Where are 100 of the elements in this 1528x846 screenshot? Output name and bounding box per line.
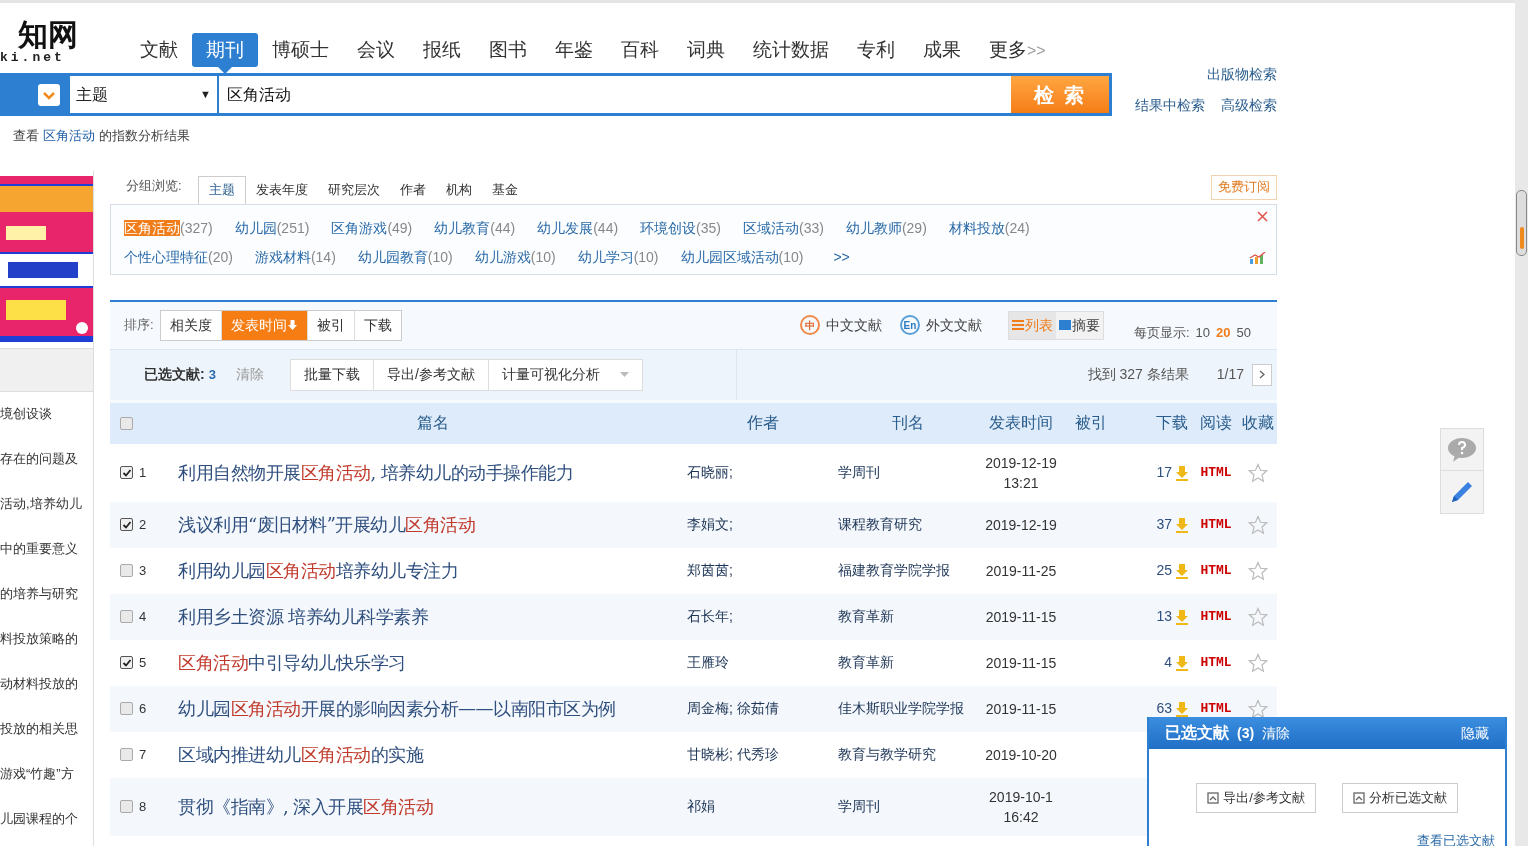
scrollbar[interactable] (1515, 0, 1528, 846)
star-icon[interactable] (1247, 514, 1268, 535)
sidebar-item[interactable]: 动材料投放的 (0, 673, 93, 693)
select-all-checkbox[interactable] (120, 416, 133, 430)
checkbox[interactable] (120, 800, 133, 813)
author-link[interactable]: 石晓丽; (687, 462, 838, 483)
keyword-link[interactable]: 区角活动 (43, 126, 95, 146)
download-icon[interactable] (1174, 608, 1190, 625)
sidebar-item[interactable]: 的培养与研究 (0, 583, 93, 603)
nav-tab[interactable]: 词典 (673, 33, 739, 67)
checkbox[interactable] (120, 610, 133, 623)
checkbox[interactable] (120, 518, 133, 531)
topic-tag[interactable]: 幼儿教育(44) (434, 217, 516, 239)
sidebar-item[interactable]: 料投放策略的 (0, 628, 93, 648)
topic-tag[interactable]: 幼儿学习(10) (577, 246, 659, 268)
article-title-link[interactable]: 区角活动中引导幼儿快乐学习 (178, 649, 687, 676)
topic-tag[interactable]: 幼儿园(251) (234, 217, 310, 239)
nav-tab[interactable]: 博硕士 (258, 33, 343, 67)
topic-tag[interactable]: 区域活动(33) (743, 217, 824, 239)
author-link[interactable]: 甘晓彬; 代秀珍 (687, 744, 838, 765)
nav-tab[interactable]: 更多>> (975, 33, 1060, 67)
nav-tab[interactable]: 文献 (126, 33, 192, 67)
sidebar-item[interactable]: 存在的问题及 (0, 448, 93, 468)
journal-link[interactable]: 教育革新 (838, 606, 978, 627)
star-icon[interactable] (1247, 462, 1268, 483)
action-button[interactable]: 计量可视化分析 (487, 359, 642, 390)
sidebar-item[interactable]: 投放的相关思 (0, 718, 93, 738)
sidebar-item[interactable]: 儿园课程的个 (0, 808, 93, 828)
chart-icon[interactable] (1249, 251, 1266, 264)
column-header[interactable]: 刊名 (838, 411, 978, 435)
checkbox[interactable] (120, 466, 133, 479)
group-tab[interactable]: 作者 (389, 175, 436, 205)
group-tab[interactable]: 基金 (481, 175, 528, 205)
column-header[interactable]: 被引 (1064, 411, 1118, 435)
article-title-link[interactable]: 利用乡土资源 培养幼儿科学素养 (178, 603, 687, 630)
star-icon[interactable] (1247, 698, 1268, 719)
language-filter[interactable]: 中 中文文献 (799, 314, 882, 336)
group-tab[interactable]: 主题 (197, 175, 246, 205)
column-header[interactable]: 篇名 (178, 411, 687, 435)
checkbox[interactable] (120, 702, 133, 715)
panel-button[interactable]: 分析已选文献 (1341, 783, 1458, 813)
article-title-link[interactable]: 利用自然物开展区角活动, 培养幼儿的动手操作能力 (178, 459, 687, 486)
panel-button[interactable]: 导出/参考文献 (1196, 783, 1316, 813)
search-link[interactable]: 高级检索 (1221, 94, 1277, 116)
panel-clear-link[interactable]: 清除 (1262, 722, 1291, 744)
nav-tab[interactable]: 报纸 (409, 33, 475, 67)
topic-tag[interactable]: 区角游戏(49) (331, 217, 413, 239)
checkbox[interactable] (120, 656, 133, 669)
author-link[interactable]: 祁娟 (687, 796, 838, 817)
html-link[interactable]: HTML (1200, 462, 1232, 483)
topic-tag[interactable]: 游戏材料(14) (254, 246, 336, 268)
action-button[interactable]: 批量下载 (290, 359, 373, 390)
star-icon[interactable] (1247, 652, 1268, 673)
sidebar-item[interactable]: 中的重要意义 (0, 538, 93, 558)
nav-tab[interactable]: 专利 (843, 33, 909, 67)
topic-tag[interactable]: 幼儿园区域活动(10) (680, 246, 804, 268)
sort-option[interactable]: 下载 (353, 310, 401, 340)
panel-hide-link[interactable]: 隐藏 (1461, 722, 1489, 744)
nav-tab[interactable]: 百科 (607, 33, 673, 67)
dropdown-icon[interactable] (38, 83, 60, 106)
nav-tab[interactable]: 统计数据 (739, 33, 843, 67)
checkbox[interactable] (120, 564, 133, 577)
html-link[interactable]: HTML (1200, 606, 1232, 627)
star-icon[interactable] (1247, 560, 1268, 581)
download-icon[interactable] (1174, 464, 1190, 481)
html-link[interactable]: HTML (1200, 560, 1232, 581)
html-link[interactable]: HTML (1200, 698, 1232, 719)
language-filter[interactable]: En 外文文献 (899, 314, 982, 336)
column-header[interactable]: 阅读 (1194, 411, 1238, 435)
search-field[interactable]: 区角活动 (219, 76, 1011, 113)
topic-tag[interactable]: 环境创设(35) (640, 217, 721, 239)
topic-tag[interactable]: 区角活动(327) (124, 217, 213, 239)
download-icon[interactable] (1174, 516, 1190, 533)
action-button[interactable]: 导出/参考文献 (372, 359, 488, 390)
article-title-link[interactable]: 利用幼儿园区角活动培养幼儿专注力 (178, 557, 687, 584)
author-link[interactable]: 周金梅; 徐茹倩 (687, 698, 838, 719)
nav-tab[interactable]: 会议 (343, 33, 409, 67)
topic-tag[interactable]: 材料投放(24) (948, 217, 1030, 239)
star-icon[interactable] (1247, 606, 1268, 627)
field-select[interactable]: 主题 ▼ (70, 76, 217, 113)
author-link[interactable]: 李娟文; (687, 514, 838, 535)
group-tab[interactable]: 机构 (435, 175, 482, 205)
nav-tab[interactable]: 图书 (475, 33, 541, 67)
checkbox[interactable] (120, 748, 133, 761)
author-link[interactable]: 郑茵茵; (687, 560, 838, 581)
article-title-link[interactable]: 区域内推进幼儿区角活动的实施 (178, 741, 687, 768)
author-link[interactable]: 王雁玲 (687, 652, 838, 673)
sidebar-item[interactable]: 活动,培养幼儿 (0, 493, 93, 513)
html-link[interactable]: HTML (1200, 652, 1232, 673)
view-selected-link[interactable]: 查看已选文献 (1417, 831, 1495, 846)
nav-tab[interactable]: 成果 (909, 33, 975, 67)
topic-tag[interactable]: 幼儿游戏(10) (474, 246, 556, 268)
download-icon[interactable] (1174, 562, 1190, 579)
view-mode-toggle[interactable]: 摘要 (1055, 311, 1103, 339)
topic-tag[interactable]: 幼儿教师(29) (845, 217, 927, 239)
journal-link[interactable]: 学周刊 (838, 796, 978, 817)
caret-icon[interactable]: ▼ (200, 86, 211, 103)
topic-tag[interactable]: 个性心理特征(20) (124, 246, 233, 268)
group-tab[interactable]: 研究层次 (317, 175, 390, 205)
publication-search-link[interactable]: 出版物检索 (1207, 63, 1277, 85)
